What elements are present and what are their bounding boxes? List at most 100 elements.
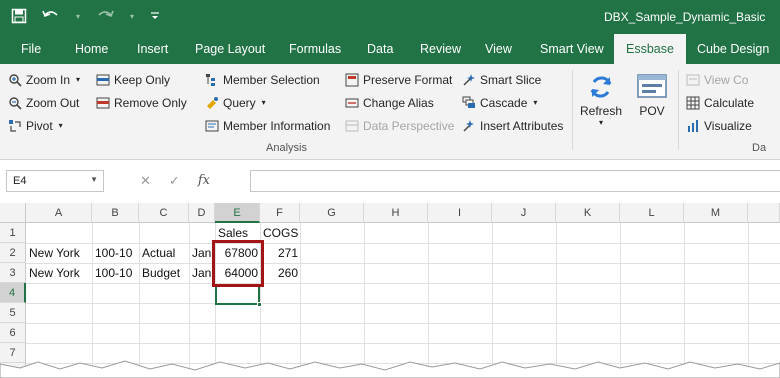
column-header[interactable]: I	[428, 203, 492, 223]
column-header[interactable]: F	[260, 203, 300, 223]
tab-essbase[interactable]: Essbase	[614, 34, 686, 64]
remove-only-button[interactable]: Remove Only	[96, 93, 187, 113]
tab-home[interactable]: Home	[75, 34, 108, 64]
row-header[interactable]: 2	[0, 243, 26, 263]
query-icon	[205, 96, 219, 110]
formula-bar: E4 ▼ ✕ ✓ fx	[0, 161, 780, 201]
pov-button[interactable]: POV	[634, 70, 670, 118]
member-information-icon	[205, 119, 219, 133]
gridline	[26, 343, 780, 344]
cell-B2[interactable]: 100-10	[93, 243, 134, 263]
chevron-down-icon: ▾	[261, 98, 266, 107]
column-header[interactable]: B	[92, 203, 139, 223]
fill-handle[interactable]	[257, 302, 262, 307]
select-all-corner[interactable]	[0, 203, 26, 223]
cell-B3[interactable]: 100-10	[93, 263, 134, 283]
gridline	[26, 323, 780, 324]
refresh-button[interactable]: Refresh ▾	[580, 70, 622, 127]
customize-qat-icon[interactable]	[150, 7, 160, 25]
cell-F2[interactable]: 271	[260, 243, 300, 263]
member-information-button[interactable]: Member Information	[205, 116, 330, 136]
tab-insert[interactable]: Insert	[137, 34, 168, 64]
pivot-icon	[8, 119, 22, 133]
column-header-partial[interactable]	[748, 203, 780, 223]
view-comments-icon	[686, 73, 700, 87]
name-box-dropdown-icon[interactable]: ▼	[90, 175, 98, 184]
cell-D3[interactable]: Jan	[190, 263, 213, 283]
remove-only-icon	[96, 96, 110, 110]
enter-icon[interactable]: ✓	[169, 173, 180, 189]
cell-D2[interactable]: Jan	[190, 243, 213, 263]
gridline	[300, 223, 301, 378]
cell-F3[interactable]: 260	[260, 263, 300, 283]
data-perspective-button[interactable]: Data Perspective	[345, 116, 454, 136]
preserve-format-button[interactable]: Preserve Format	[345, 70, 452, 90]
group-divider	[572, 70, 573, 150]
tab-view[interactable]: View	[485, 34, 512, 64]
column-header[interactable]: G	[300, 203, 364, 223]
row-header-selected[interactable]: 4	[0, 283, 26, 303]
name-box[interactable]: E4 ▼	[6, 170, 104, 192]
zoom-in-button[interactable]: Zoom In ▾	[8, 70, 82, 90]
calculate-button[interactable]: Calculate	[686, 93, 754, 113]
cascade-button[interactable]: Cascade ▾	[462, 93, 539, 113]
column-header[interactable]: D	[189, 203, 215, 223]
tab-cube-design[interactable]: Cube Design	[697, 34, 769, 64]
undo-dropdown-icon[interactable]: ▾	[74, 7, 82, 25]
undo-icon[interactable]	[42, 7, 60, 25]
row-header[interactable]: 6	[0, 323, 26, 343]
column-header[interactable]: K	[556, 203, 620, 223]
save-icon[interactable]	[10, 7, 28, 25]
cell-C3[interactable]: Budget	[140, 263, 182, 283]
active-cell-selection[interactable]	[215, 284, 262, 307]
row-header[interactable]: 1	[0, 223, 26, 243]
formula-tools: ✕ ✓ fx	[140, 173, 210, 189]
smart-slice-button[interactable]: Smart Slice	[462, 70, 541, 90]
insert-attributes-button[interactable]: Insert Attributes	[462, 116, 563, 136]
column-header[interactable]: A	[26, 203, 92, 223]
column-header[interactable]: L	[620, 203, 684, 223]
data-group-label-clipped: Da	[752, 142, 767, 154]
gridline	[684, 223, 685, 378]
tab-formulas[interactable]: Formulas	[289, 34, 341, 64]
pivot-button[interactable]: Pivot ▾	[8, 116, 65, 136]
gridline	[556, 223, 557, 378]
tab-page-layout[interactable]: Page Layout	[195, 34, 265, 64]
column-header[interactable]: H	[364, 203, 428, 223]
insert-function-icon[interactable]: fx	[198, 173, 210, 189]
pov-icon	[634, 70, 670, 104]
column-header[interactable]: C	[139, 203, 189, 223]
formula-input[interactable]	[250, 170, 780, 192]
row-header[interactable]: 3	[0, 263, 26, 283]
cancel-icon[interactable]: ✕	[140, 173, 151, 189]
zoom-out-button[interactable]: Zoom Out	[8, 93, 79, 113]
keep-only-button[interactable]: Keep Only	[96, 70, 170, 90]
column-header[interactable]: J	[492, 203, 556, 223]
member-selection-button[interactable]: Member Selection	[205, 70, 320, 90]
redo-dropdown-icon[interactable]: ▾	[128, 7, 136, 25]
row-header[interactable]: 5	[0, 303, 26, 323]
tab-review[interactable]: Review	[420, 34, 461, 64]
cell-F1[interactable]: COGS	[261, 223, 300, 243]
tab-data[interactable]: Data	[367, 34, 393, 64]
data-perspective-icon	[345, 119, 359, 133]
visualize-icon	[686, 119, 700, 133]
visualize-button[interactable]: Visualize	[686, 116, 752, 136]
title-bar: ▾ ▾ DBX_Sample_Dynamic_Basic	[0, 0, 780, 34]
highlight-annotation-box	[212, 240, 264, 287]
cell-A3[interactable]: New York	[27, 263, 82, 283]
column-header[interactable]: M	[684, 203, 748, 223]
torn-edge-decoration	[0, 360, 780, 378]
worksheet-grid[interactable]: A B C D E F G H I J K L M 1 2 3 4 5 6 7 …	[0, 203, 780, 378]
cell-C2[interactable]: Actual	[140, 243, 177, 263]
tab-file[interactable]: File	[21, 34, 41, 64]
cell-A2[interactable]: New York	[27, 243, 82, 263]
tab-smart-view[interactable]: Smart View	[540, 34, 604, 64]
ribbon-panel: Zoom In ▾ Zoom Out Pivot ▾ Keep Only Rem…	[0, 64, 780, 160]
change-alias-icon	[345, 96, 359, 110]
query-button[interactable]: Query ▾	[205, 93, 268, 113]
change-alias-button[interactable]: Change Alias	[345, 93, 434, 113]
column-header-selected[interactable]: E	[215, 203, 260, 223]
view-comments-button[interactable]: View Co	[686, 70, 748, 90]
redo-icon[interactable]	[96, 7, 114, 25]
